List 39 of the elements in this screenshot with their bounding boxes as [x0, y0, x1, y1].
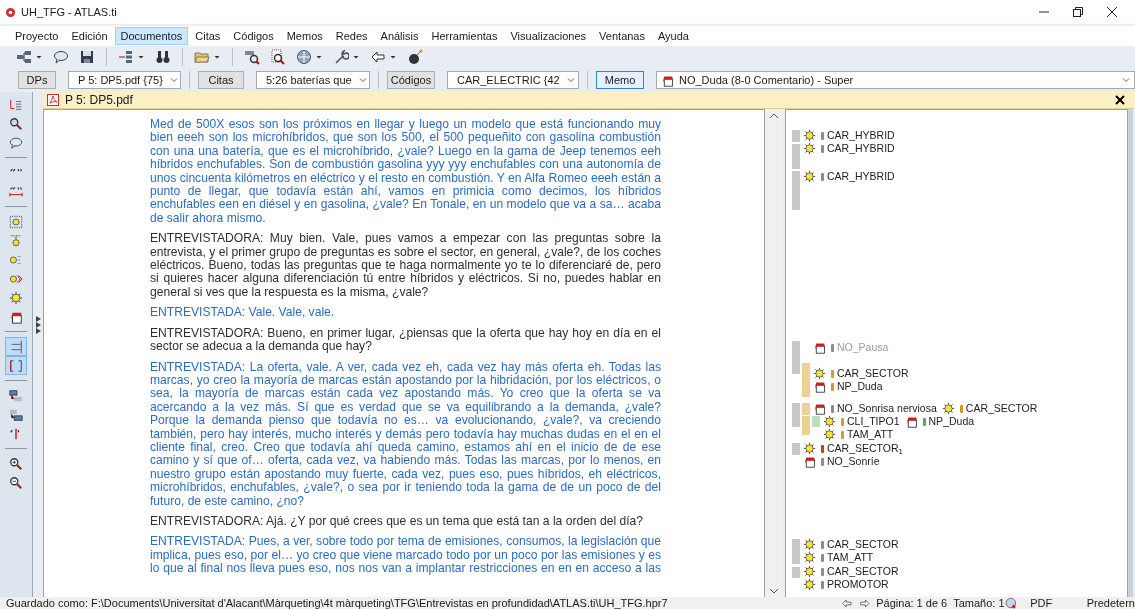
selector-button[interactable]: DPs — [18, 71, 56, 89]
window-title: UH_TFG - ATLAS.ti — [21, 4, 117, 20]
menu-item[interactable]: Redes — [329, 27, 374, 45]
mode-indicator: Predetern — [1086, 597, 1135, 609]
document-title: P 5: DP5.pdf — [65, 92, 133, 109]
paragraph: ENTREVISTADA: La oferta, vale. A ver, cada vez eh, cada vez hay más oferta eh. Todas las marcas, yo creo la mayoría de marcas están apostando por la hibridación, por los eléctricos, o sea, la mayoría de marcas están cada vez apostando más. Yo creo que la oferta se va acercando a la vez más. Sí que es verdad que se va equilibrando a la demanda, ¿vale? Porque la demanda pienso que todavía no es… va evolucionando, ¿vale?, va creciendo también, pero hay interés, mucho interés y demás pero todavía hay muchas dudas en el en el cliente final, creo. Creo que todavía ahí queda camino, estamos ahí en el inicio de de ese camino y sí que of… oferta, cada vez, va habiendo más. Todas las marcas, por lo menos, en nuestro grupo están apostando muy fuerte, cada vez, pues eso, pues híbridos, eh eléctricos, microhíbridos, enchufables, ¿vale?, o sea por ir teniendo toda la gama de de un poco de del futuro, de este camino, ¿no? — [150, 360, 661, 508]
menu-item[interactable]: Ventanas — [593, 27, 651, 45]
selector-button[interactable]: Citas — [198, 71, 244, 89]
menu-item[interactable]: Proyecto — [9, 27, 65, 45]
menu-item[interactable]: Documentos — [114, 27, 189, 45]
selector-button[interactable]: Memo — [596, 71, 644, 89]
menu-item[interactable]: Herramientas — [425, 27, 504, 45]
page-indicator: Página: 1 de 6 — [876, 597, 948, 609]
dropdown[interactable]: P 5: DP5.pdf {75} — [68, 71, 181, 89]
menu-item[interactable]: Edición — [65, 27, 114, 45]
menu-item[interactable]: Memos — [280, 27, 329, 45]
paragraph: ENTREVISTADORA: Bueno, en primer lugar, ¿piensas que la oferta que hay hoy en día en el sector se adecua a la demanda que hay? — [150, 326, 661, 354]
paragraph: ENTREVISTADORA: Ajá. ¿Y por qué crees que es un tema que está tan a la orden del día? — [150, 514, 644, 529]
paragraph: Med de 500X esos son los próximos en llegar y luego un modelo que está funcionando muy bien eeeh son los microhíbridos, que son los 500, el 500 pequeñito con gasolina combustión con una una batería, que es el microhíbrido, ¿vale? Luego en la gama de Jeep tenemos eeh híbridos enchufables. Son de combustión gasolina yyy yyy enchufables con una autonomía de unos cincuenta kilómetros en eléctrico y el resto en combustión. Y en Alfa Romeo eeeh están a punto de llegar, que todavía están ahí, vamos en primicia como decimos, los híbridos enchufables een en diésel y en gasolina, ¿vale? En Tonale, en un modelo que va a sa… acaba de salir ahora mismo. — [150, 118, 661, 226]
dropdown-value: 5:26 baterías que — [266, 72, 352, 88]
paragraph: ENTREVISTADA: Pues, a ver, sobre todo por tema de emisiones, consumos, la legislación que implica, pues eso, por el… yo creo que viene marcado todo por un poco por las emisiones y es lo que al final nos lleva pues eso, nos nos van a implantar restricciones en en en acceso a las — [150, 535, 661, 576]
dropdown-value: NO_Duda (8-0 Comentario) - Super — [679, 72, 854, 88]
format-indicator: PDF — [1030, 597, 1054, 609]
dropdown[interactable]: 5:26 baterías que — [256, 71, 370, 89]
menu-item[interactable]: Visualizaciones — [504, 27, 593, 45]
menu-item[interactable]: Análisis — [374, 27, 425, 45]
dropdown[interactable]: CAR_ELECTRIC {42 — [447, 71, 579, 89]
dropdown[interactable]: NO_Duda (8-0 Comentario) - Super — [656, 71, 1135, 89]
selector-button[interactable]: Códigos — [387, 71, 435, 89]
status-path: Guardado como: F:\Documents\Universitat d'Alacant\Màrqueting\4t màrqueting\TFG\Entrevistas en profundidad\ATLAS.ti\UH_TFG.hpr7 — [6, 597, 669, 609]
paragraph: ENTREVISTADA: Vale. Vale, vale. — [150, 306, 336, 320]
size-indicator: Tamaño: 1 — [953, 597, 1005, 609]
menu-item[interactable]: Ayuda — [652, 27, 695, 45]
dropdown-value: CAR_ELECTRIC {42 — [457, 72, 560, 88]
code-label[interactable]: CAR_HYBRID — [827, 168, 895, 185]
menu-item[interactable]: Citas — [189, 27, 227, 45]
paragraph: ENTREVISTADORA: Muy bien. Vale, pues vamos a empezar con las preguntas sobre la entrevista, y el primer grupo de preguntas es sobre el sector, en general, ¿vale?, de los coches eléctricos. Bueno, todas las preguntas que te haga normalmente yo te lo diferenciaré de, pero si quieres hacer alguna diferenciación tú entre híbridos y eléctricos. Si no, puedes hablar en general si ves que la respuesta es la misma, ¿vale? — [150, 232, 661, 300]
menu-item[interactable]: Códigos — [227, 27, 280, 45]
dropdown-value: P 5: DP5.pdf {75} — [78, 72, 163, 88]
